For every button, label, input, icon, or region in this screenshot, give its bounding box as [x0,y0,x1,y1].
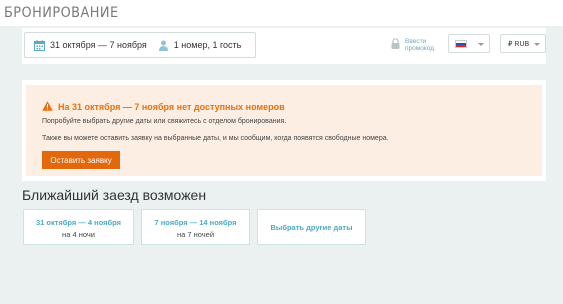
nearest-option-2[interactable]: 7 ноября — 14 ноября на 7 ночей [141,209,250,245]
alert-text-2: Также вы можете оставить заявку на выбра… [42,135,389,142]
lock-icon [391,36,400,54]
option-date-range: 31 октября — 4 ноября [35,218,122,227]
option-nights: на 7 ночей [176,230,215,239]
warning-icon [42,98,53,116]
chevron-down-icon [534,43,540,46]
availability-alert: На 31 октября — 7 ноября нет доступных н… [26,85,542,176]
search-summary[interactable]: 31 октября — 7 ноября 1 номер, 1 гость [24,32,256,58]
currency-select[interactable]: ₽ RUB [500,34,546,53]
alert-header: На 31 октября — 7 ноября нет доступных н… [42,98,285,116]
currency-value: ₽ RUB [508,40,530,48]
nearest-option-1[interactable]: 31 октября — 4 ноября на 4 ночи [23,209,134,245]
alert-text-1: Попробуйте выбрать другие даты или свяжи… [42,118,287,125]
option-nights: на 4 ночи [62,230,95,239]
choose-other-dates-button[interactable]: Выбрать другие даты [257,209,366,245]
search-bar: 31 октября — 7 ноября 1 номер, 1 гость В… [22,28,546,64]
nearest-checkin-heading: Ближайший заезд возможен [22,187,207,203]
promo-code-link[interactable]: Ввести промокод [391,36,445,54]
leave-request-button[interactable]: Оставить заявку [42,151,120,169]
promo-code-label: Ввести промокод [405,38,435,52]
guests-field[interactable]: 1 номер, 1 гость [158,40,242,51]
top-bar: БРОНИРОВАНИЕ [0,0,563,26]
alert-title: На 31 октября — 7 ноября нет доступных н… [58,102,285,112]
person-icon [158,40,168,51]
language-select[interactable] [448,34,490,53]
option-date-range: 7 ноября — 14 ноября [154,218,237,227]
dates-value: 31 октября — 7 ноября [50,40,147,50]
russian-flag-icon [455,39,467,48]
availability-alert-card: На 31 октября — 7 ноября нет доступных н… [22,80,546,181]
guests-value: 1 номер, 1 гость [173,40,242,50]
calendar-icon [34,39,45,51]
choose-other-dates-label: Выбрать другие даты [270,222,353,232]
page-title: БРОНИРОВАНИЕ [4,5,119,21]
chevron-down-icon [478,43,484,46]
dates-field[interactable]: 31 октября — 7 ноября [25,39,147,51]
